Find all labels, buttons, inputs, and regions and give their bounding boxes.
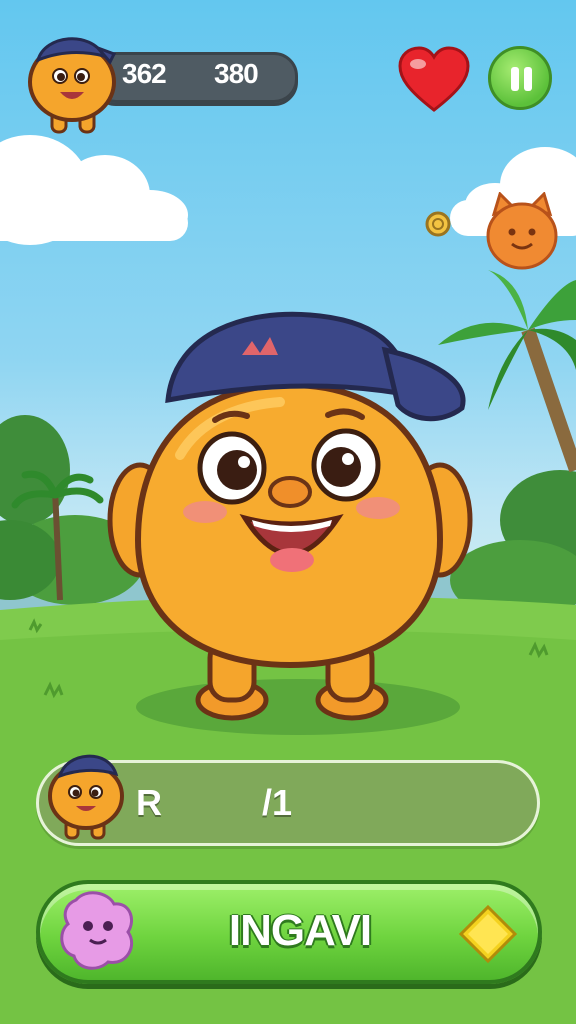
score-value-primary: 362 — [122, 58, 167, 89]
pause-button[interactable] — [488, 46, 552, 110]
heart-icon — [398, 46, 470, 112]
play-button-label: INGAVI — [228, 906, 372, 955]
yellow-diamond-icon — [458, 904, 518, 964]
player-character[interactable] — [0, 0, 576, 1024]
coin-icon — [425, 211, 460, 237]
info-bar-count: /1 — [262, 782, 293, 823]
info-bar-label: R — [136, 782, 162, 823]
cat-face-icon — [486, 192, 558, 270]
score-value-secondary: 380 — [214, 58, 259, 89]
pink-blob-icon — [60, 891, 134, 970]
